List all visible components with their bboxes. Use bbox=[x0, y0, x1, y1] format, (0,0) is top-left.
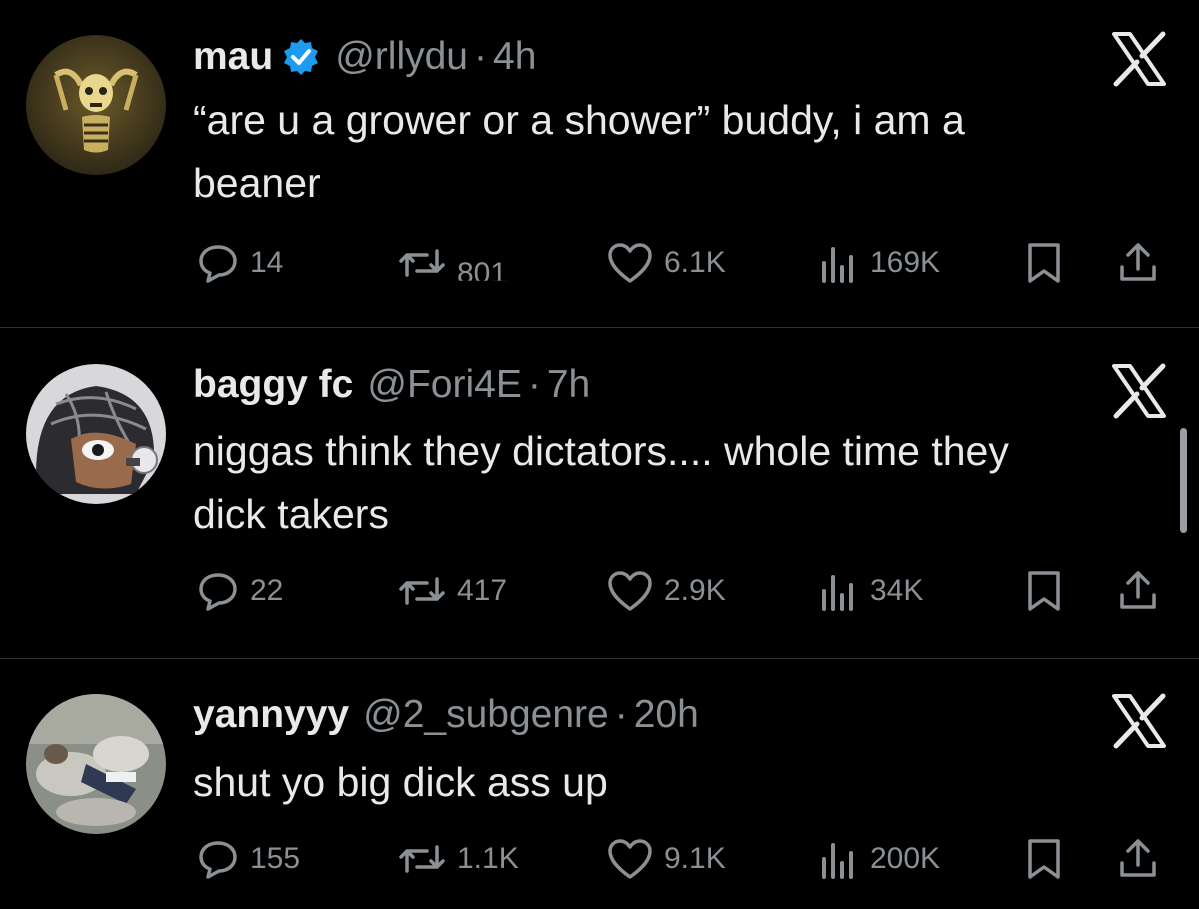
handle[interactable]: @2_subgenre bbox=[363, 693, 609, 737]
like-count: 2.9K bbox=[664, 574, 726, 607]
post-text-line: “are u a grower or a shower” buddy, i am… bbox=[193, 97, 965, 143]
display-name[interactable]: mau bbox=[193, 35, 273, 79]
handle[interactable]: @Fori4E bbox=[367, 363, 521, 407]
repost-count: 801 bbox=[457, 257, 508, 290]
repost-icon bbox=[397, 837, 447, 881]
x-logo-icon[interactable] bbox=[1108, 690, 1170, 752]
verified-badge-icon bbox=[281, 37, 321, 77]
post-text-line: niggas think they dictators.... whole ti… bbox=[193, 428, 1009, 474]
like-count: 6.1K bbox=[664, 246, 726, 279]
display-name[interactable]: yannyyy bbox=[193, 693, 349, 737]
views-icon bbox=[816, 241, 860, 285]
share-icon bbox=[1116, 569, 1160, 613]
reply-icon bbox=[196, 837, 240, 881]
views-count: 200K bbox=[870, 842, 941, 875]
action-bar: 22 417 2.9K 34K bbox=[0, 566, 1199, 616]
reply-icon bbox=[196, 241, 240, 285]
repost-button[interactable]: 1.1K bbox=[397, 834, 519, 884]
bookmark-icon bbox=[1024, 837, 1064, 881]
post-header: mau @rllydu · 4h bbox=[193, 30, 536, 84]
reply-count: 155 bbox=[250, 842, 301, 875]
share-icon bbox=[1116, 837, 1160, 881]
timestamp[interactable]: 20h bbox=[634, 693, 699, 737]
reply-button[interactable]: 155 bbox=[196, 834, 300, 884]
bookmark-button[interactable] bbox=[1024, 566, 1064, 616]
repost-icon bbox=[397, 241, 447, 285]
timestamp[interactable]: 7h bbox=[547, 363, 590, 407]
reply-button[interactable]: 14 bbox=[196, 238, 283, 288]
separator-dot: · bbox=[614, 693, 628, 736]
share-button[interactable] bbox=[1116, 566, 1160, 616]
views-button[interactable]: 200K bbox=[816, 834, 940, 884]
bookmark-button[interactable] bbox=[1024, 834, 1064, 884]
reply-count: 22 bbox=[250, 574, 284, 607]
like-button[interactable]: 9.1K bbox=[606, 834, 726, 884]
like-button[interactable]: 6.1K bbox=[606, 238, 726, 288]
separator-dot: · bbox=[527, 363, 541, 406]
post-header: yannyyy @2_subgenre · 20h bbox=[193, 688, 699, 742]
post-text-line: dick takers bbox=[193, 491, 389, 537]
views-count: 169K bbox=[870, 246, 941, 279]
post-text-line: beaner bbox=[193, 160, 321, 206]
display-name[interactable]: baggy fc bbox=[193, 363, 353, 407]
separator-dot: · bbox=[474, 35, 487, 78]
x-logo-icon[interactable] bbox=[1108, 28, 1170, 90]
repost-button[interactable]: 417 bbox=[397, 566, 507, 616]
like-icon bbox=[606, 569, 654, 613]
reply-icon bbox=[196, 569, 240, 613]
repost-button[interactable]: 801 bbox=[397, 238, 507, 288]
post-text: shut yo big dick ass up bbox=[193, 751, 1173, 814]
post-header: baggy fc @Fori4E · 7h bbox=[193, 358, 590, 412]
bookmark-button[interactable] bbox=[1024, 238, 1064, 288]
views-icon bbox=[816, 837, 860, 881]
bookmark-icon bbox=[1024, 241, 1064, 285]
repost-count: 417 bbox=[457, 574, 508, 607]
handle[interactable]: @rllydu bbox=[335, 35, 468, 79]
like-icon bbox=[606, 837, 654, 881]
post-3[interactable]: yannyyy @2_subgenre · 20h shut yo big di… bbox=[0, 659, 1199, 909]
post-text: niggas think they dictators.... whole ti… bbox=[193, 420, 1173, 546]
repost-count: 1.1K bbox=[457, 842, 519, 875]
like-icon bbox=[606, 241, 654, 285]
avatar[interactable] bbox=[26, 364, 166, 504]
x-logo-icon[interactable] bbox=[1108, 360, 1170, 422]
views-count: 34K bbox=[870, 574, 924, 607]
reply-button[interactable]: 22 bbox=[196, 566, 283, 616]
timestamp[interactable]: 4h bbox=[493, 35, 536, 79]
avatar[interactable] bbox=[26, 35, 166, 175]
like-count: 9.1K bbox=[664, 842, 726, 875]
share-icon bbox=[1116, 241, 1160, 285]
like-button[interactable]: 2.9K bbox=[606, 566, 726, 616]
post-2[interactable]: baggy fc @Fori4E · 7h niggas think they … bbox=[0, 328, 1199, 658]
reply-count: 14 bbox=[250, 246, 284, 279]
post-text: “are u a grower or a shower” buddy, i am… bbox=[193, 89, 1173, 215]
post-1[interactable]: mau @rllydu · 4h “are u a grower or a sh… bbox=[0, 0, 1199, 327]
share-button[interactable] bbox=[1116, 834, 1160, 884]
views-icon bbox=[816, 569, 860, 613]
views-button[interactable]: 34K bbox=[816, 566, 923, 616]
action-bar: 14 801 6.1K 169K bbox=[0, 238, 1199, 288]
views-button[interactable]: 169K bbox=[816, 238, 940, 288]
repost-icon bbox=[397, 569, 447, 613]
action-bar: 155 1.1K 9.1K 200K bbox=[0, 834, 1199, 884]
bookmark-icon bbox=[1024, 569, 1064, 613]
avatar[interactable] bbox=[26, 694, 166, 834]
post-text-line: shut yo big dick ass up bbox=[193, 759, 608, 805]
share-button[interactable] bbox=[1116, 238, 1160, 288]
scrollbar[interactable] bbox=[1180, 428, 1187, 533]
